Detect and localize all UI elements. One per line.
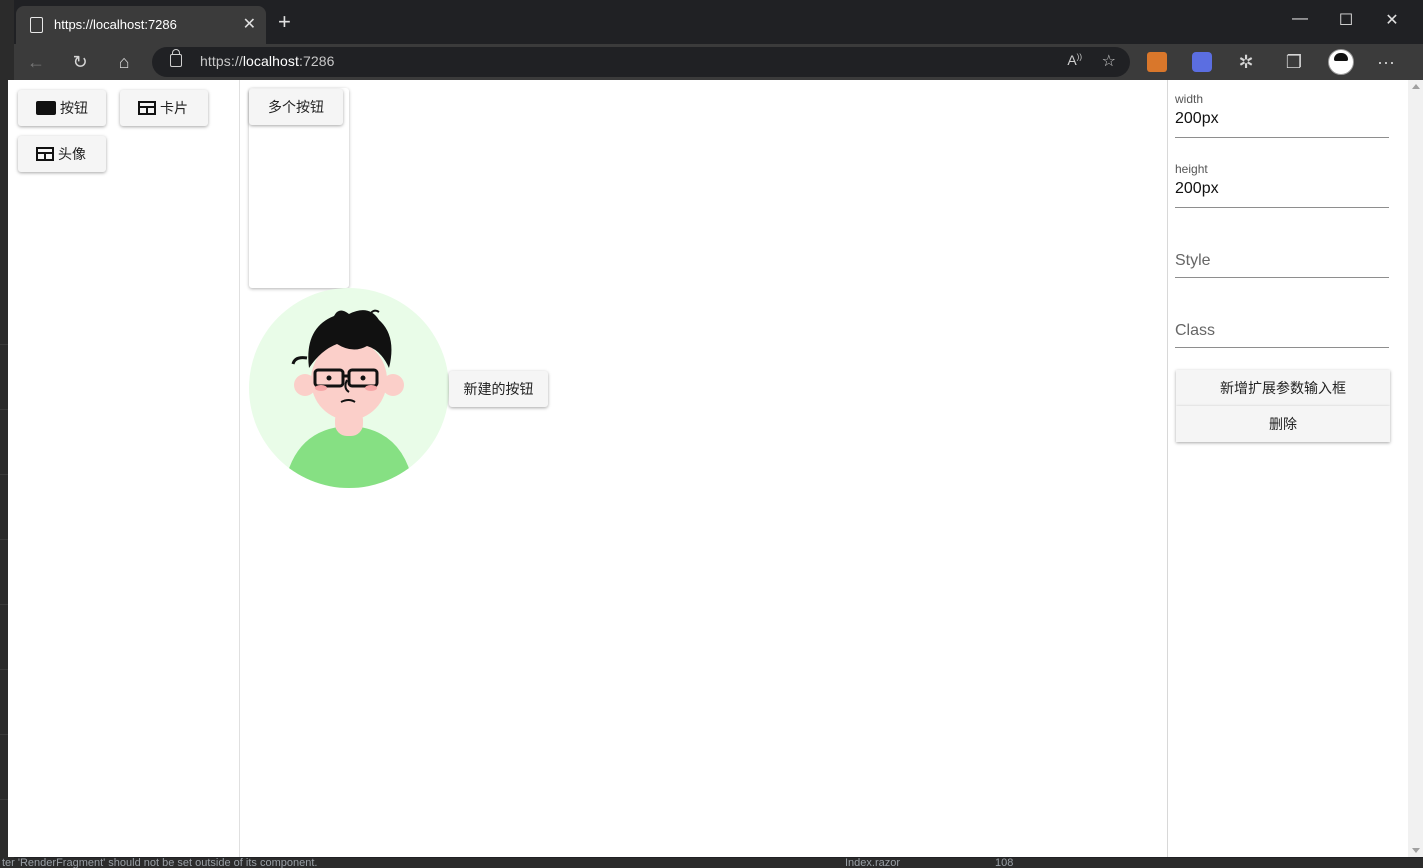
address-bar[interactable]: https://localhost:7286 A)) ☆: [152, 47, 1130, 77]
tab-title: https://localhost:7286: [54, 17, 177, 32]
status-message: ter 'RenderFragment' should not be set o…: [2, 858, 318, 868]
avatar-illustration[interactable]: [249, 288, 449, 488]
width-field[interactable]: width 200px: [1175, 92, 1389, 138]
delete-button[interactable]: 删除: [1176, 406, 1390, 442]
new-tab-button[interactable]: +: [278, 10, 291, 34]
tab-bar: https://localhost:7286 ✕ + — ☐ ✕: [14, 0, 1423, 44]
style-placeholder: Style: [1175, 252, 1211, 269]
class-placeholder: Class: [1175, 322, 1216, 339]
status-line: 108: [995, 858, 1014, 868]
url-text: https://localhost:7286: [200, 53, 335, 69]
collections-icon[interactable]: ❐: [1282, 51, 1306, 73]
profile-avatar[interactable]: [1328, 49, 1354, 75]
multi-button[interactable]: 多个按钮: [249, 89, 343, 125]
palette-card-button[interactable]: 卡片: [120, 90, 208, 126]
style-field[interactable]: Style: [1175, 232, 1389, 278]
scroll-up-icon[interactable]: [1412, 84, 1420, 89]
refresh-icon[interactable]: ↻: [68, 51, 92, 73]
width-label: width: [1175, 92, 1204, 106]
lock-icon: [170, 49, 182, 67]
read-aloud-icon[interactable]: A)): [1067, 52, 1082, 68]
browser-toolbar: ← ↻ ⌂ https://localhost:7286 A)) ☆ ✲ ❐ ·…: [14, 44, 1423, 80]
card-icon: [138, 101, 156, 115]
status-file: Index.razor: [845, 858, 901, 868]
browser-tab[interactable]: https://localhost:7286 ✕: [16, 6, 266, 44]
palette-avatar-button[interactable]: 头像: [18, 136, 106, 172]
browser-window: https://localhost:7286 ✕ + — ☐ ✕ ← ↻ ⌂ h…: [8, 0, 1423, 868]
square-icon: [36, 101, 56, 115]
more-menu-icon[interactable]: ···: [1374, 51, 1398, 73]
ide-status-bar: ter 'RenderFragment' should not be set o…: [0, 858, 1423, 868]
height-label: height: [1175, 162, 1208, 176]
palette-item-label: 头像: [58, 146, 86, 162]
height-value[interactable]: 200px: [1175, 180, 1219, 198]
close-tab-icon[interactable]: ✕: [243, 14, 256, 34]
card-icon: [36, 147, 54, 161]
puzzle-extensions-icon[interactable]: ✲: [1234, 51, 1258, 73]
extension-icon[interactable]: [1192, 52, 1212, 72]
palette-item-label: 卡片: [160, 100, 188, 116]
page-viewport: 按钮 卡片 头像 多个按钮 新建的按钮 width 200px height 2…: [8, 80, 1423, 857]
close-window-button[interactable]: ✕: [1369, 10, 1415, 30]
new-button[interactable]: 新建的按钮: [449, 371, 548, 407]
page-scrollbar[interactable]: [1408, 80, 1423, 857]
add-extension-param-button[interactable]: 新增扩展参数输入框: [1176, 370, 1390, 406]
width-value[interactable]: 200px: [1175, 110, 1219, 128]
properties-panel: width 200px height 200px Style Class 新增扩…: [1167, 80, 1409, 857]
document-icon: [30, 17, 43, 33]
favorite-add-icon[interactable]: ☆: [1102, 51, 1116, 71]
palette-item-label: 按钮: [60, 100, 88, 116]
metamask-extension-icon[interactable]: [1147, 52, 1167, 72]
minimize-button[interactable]: —: [1277, 10, 1323, 28]
back-arrow-icon[interactable]: ←: [24, 51, 48, 73]
design-canvas[interactable]: 多个按钮 新建的按钮: [240, 80, 1166, 857]
scroll-down-icon[interactable]: [1412, 848, 1420, 853]
background-ide-strip: [0, 0, 8, 868]
maximize-button[interactable]: ☐: [1323, 10, 1369, 30]
height-field[interactable]: height 200px: [1175, 162, 1389, 208]
class-field[interactable]: Class: [1175, 302, 1389, 348]
component-palette: 按钮 卡片 头像: [8, 80, 240, 857]
palette-button-button[interactable]: 按钮: [18, 90, 106, 126]
home-icon[interactable]: ⌂: [112, 51, 136, 73]
